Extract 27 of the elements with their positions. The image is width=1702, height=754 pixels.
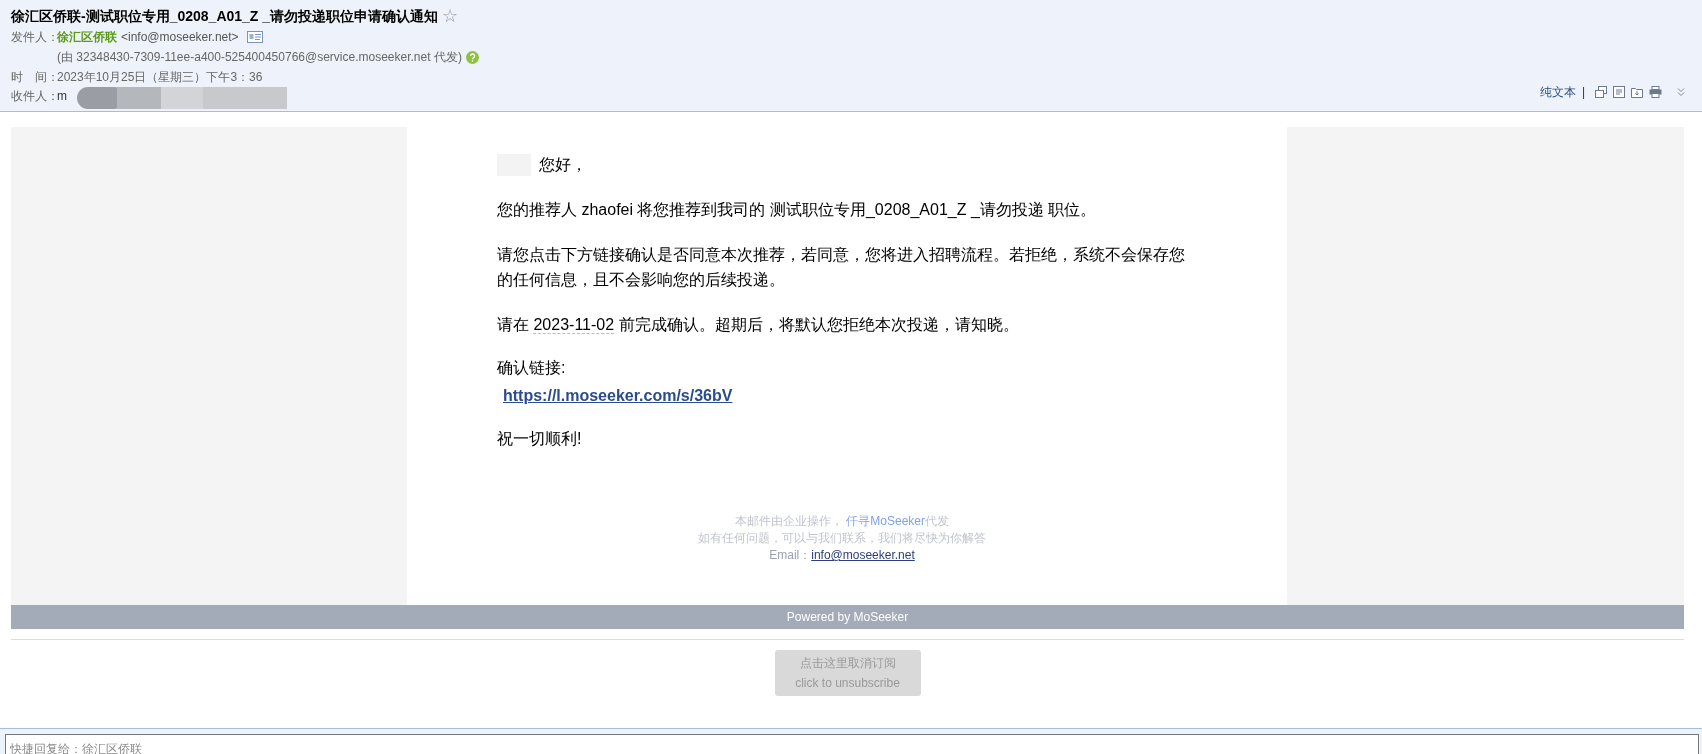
email-label: Email： bbox=[769, 547, 812, 564]
greeting: 您好， bbox=[539, 155, 587, 175]
download-folder-icon[interactable] bbox=[1631, 86, 1643, 98]
sender-via: (由 32348430-7309-11ee-a400-525400450766@service.moseeker.net 代发) bbox=[57, 49, 462, 66]
print-icon[interactable] bbox=[1649, 86, 1662, 98]
recipient-value: m bbox=[57, 87, 67, 105]
link-label: 确认链接: bbox=[497, 358, 567, 378]
powered-by-bar: Powered by MoSeeker bbox=[11, 605, 1684, 629]
closing: 祝一切顺利! bbox=[497, 429, 583, 449]
quick-reply-field[interactable]: 快捷回复给：徐汇区侨联 bbox=[5, 734, 1699, 754]
mail-subject: 徐汇区侨联-测试职位专用_0208_A01_Z _请勿投递职位申请确认通知 bbox=[11, 6, 439, 26]
plain-text-link[interactable]: 纯文本 bbox=[1539, 83, 1576, 101]
body-paragraph: 您的推荐人 zhaofei 将您推荐到我司的 测试职位专用_0208_A01_Z _请勿投递 职位。 bbox=[497, 200, 1098, 220]
time-label: 时 间： bbox=[11, 68, 57, 86]
footer-note: 本邮件由企业操作， 仟寻MoSeeker代发 bbox=[734, 513, 949, 530]
sender-address: <info@moseeker.net> bbox=[121, 29, 239, 46]
time-value: 2023年10月25日（星期三）下午3：36 bbox=[57, 68, 263, 86]
sender-label: 发件人： bbox=[11, 29, 57, 46]
toolbar-separator: | bbox=[1581, 84, 1585, 101]
email-link[interactable]: info@moseeker.net bbox=[811, 547, 915, 564]
confirm-link[interactable]: https://l.moseeker.com/s/36bV bbox=[503, 383, 733, 408]
body-paragraph: 请在 2023-11-02 前完成确认。超期后，将默认您拒绝本次投递，请知晓。 bbox=[497, 315, 1020, 336]
new-window-icon[interactable] bbox=[1595, 86, 1607, 98]
body-paragraph: 请您点击下方链接确认是否同意本次推荐，若同意，您将进入招聘流程。若拒绝，系统不会保存您的任何信息，且不会影响您的后续投递。 bbox=[497, 245, 1186, 290]
recipient-label: 收件人： bbox=[11, 87, 57, 105]
contact-card-icon[interactable] bbox=[246, 31, 263, 43]
document-icon[interactable] bbox=[1613, 86, 1625, 98]
